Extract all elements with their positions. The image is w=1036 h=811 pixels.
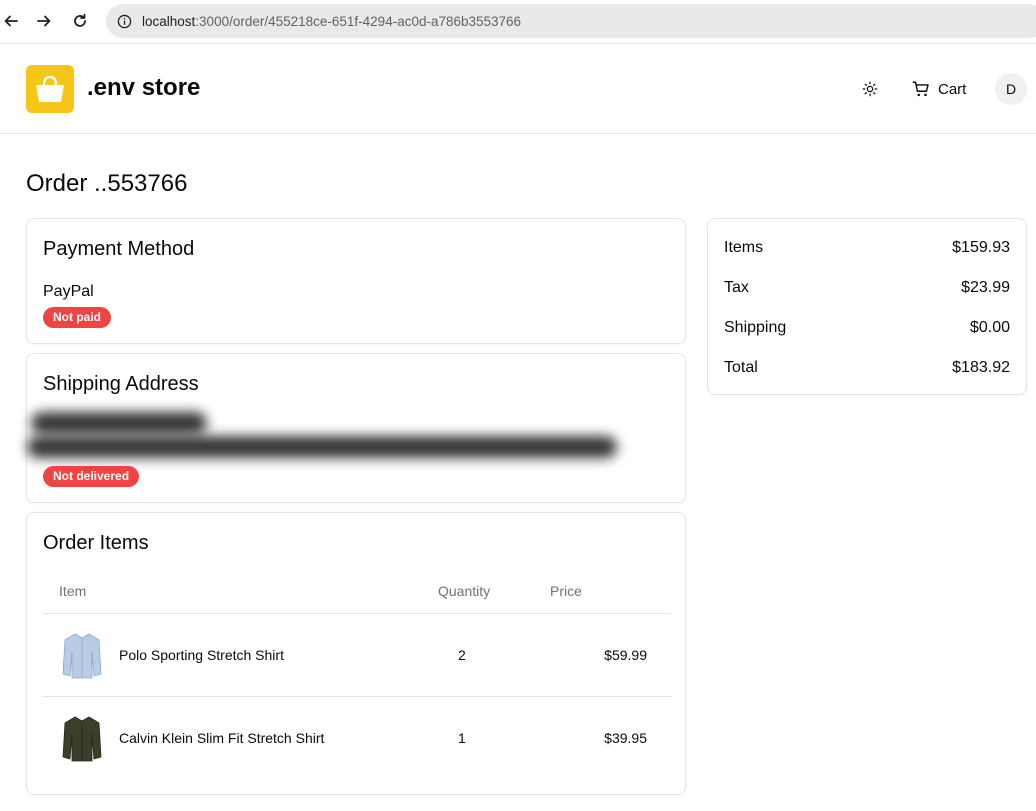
arrow-left-icon	[4, 15, 18, 27]
table-header-row: Item Quantity Price	[43, 569, 671, 614]
summary-total-value: $183.92	[952, 359, 1010, 376]
shopping-bag-icon	[36, 75, 64, 102]
url-host: localhost	[142, 13, 196, 29]
redacted-name	[31, 412, 207, 434]
summary-row-tax: Tax $23.99	[724, 279, 1010, 297]
page-title: Order ..553766	[26, 170, 188, 197]
payment-method-card: Payment Method PayPal Not paid	[26, 218, 686, 344]
store-logo[interactable]	[26, 65, 74, 113]
column-header-item: Item	[43, 569, 438, 614]
order-items-card: Order Items Item Quantity Price Polo Spo…	[26, 512, 686, 795]
product-image[interactable]	[59, 630, 105, 680]
item-cell: Polo Sporting Stretch Shirt	[43, 613, 438, 697]
shipping-address-card: Shipping Address Not delivered	[26, 353, 686, 503]
theme-toggle-button[interactable]	[858, 77, 882, 101]
summary-row-total: Total $183.92	[724, 359, 1010, 377]
sun-icon	[862, 81, 878, 97]
summary-items-label: Items	[724, 239, 764, 256]
shopping-cart-icon	[912, 81, 929, 97]
summary-items-value: $159.93	[952, 239, 1010, 256]
address-bar[interactable]: localhost:3000/order/455218ce-651f-4294-…	[106, 4, 1036, 38]
quantity-cell: 1	[458, 729, 466, 746]
summary-shipping-value: $0.00	[969, 319, 1010, 336]
payment-method-value: PayPal	[43, 283, 94, 300]
summary-total-label: Total	[724, 359, 758, 376]
column-header-price: Price	[550, 569, 671, 614]
site-info-icon[interactable]	[114, 11, 134, 31]
summary-row-shipping: Shipping $0.00	[724, 319, 1010, 337]
table-row[interactable]: Polo Sporting Stretch Shirt 2 $59.99	[43, 613, 671, 697]
forward-button[interactable]	[33, 10, 55, 32]
payment-method-title: Payment Method	[43, 238, 195, 260]
back-button[interactable]	[0, 10, 22, 32]
payment-status-badge: Not paid	[43, 307, 111, 328]
user-avatar[interactable]: D	[995, 73, 1027, 105]
store-name[interactable]: .env store	[87, 74, 200, 102]
delivery-status-badge: Not delivered	[43, 466, 140, 487]
summary-tax-value: $23.99	[961, 279, 1010, 296]
cart-button[interactable]: Cart	[912, 77, 966, 101]
order-items-title: Order Items	[43, 532, 149, 554]
table-row[interactable]: Calvin Klein Slim Fit Stretch Shirt 1 $3…	[43, 696, 671, 779]
arrow-right-icon	[37, 15, 51, 27]
url-text: localhost:3000/order/455218ce-651f-4294-…	[142, 14, 521, 29]
item-cell: Calvin Klein Slim Fit Stretch Shirt	[43, 696, 438, 779]
product-name[interactable]: Calvin Klein Slim Fit Stretch Shirt	[119, 730, 324, 746]
browser-toolbar: localhost:3000/order/455218ce-651f-4294-…	[0, 0, 1036, 44]
order-items-table: Item Quantity Price Polo Sporting Stretc…	[43, 569, 671, 779]
product-image[interactable]	[59, 713, 105, 763]
app-header: .env store Cart D	[0, 44, 1036, 134]
shipping-address-title: Shipping Address	[43, 373, 199, 395]
summary-row-items: Items $159.93	[724, 239, 1010, 257]
shirt-icon	[62, 716, 102, 762]
reload-icon	[74, 13, 86, 27]
column-header-quantity: Quantity	[438, 569, 550, 614]
product-name[interactable]: Polo Sporting Stretch Shirt	[119, 647, 284, 663]
price-cell: $59.99	[550, 613, 671, 697]
summary-shipping-label: Shipping	[724, 319, 787, 336]
order-summary-card: Items $159.93 Tax $23.99 Shipping $0.00 …	[707, 218, 1027, 395]
redacted-address	[27, 436, 617, 458]
price-cell: $39.95	[604, 729, 647, 746]
reload-button[interactable]	[69, 10, 91, 32]
quantity-cell: 2	[438, 613, 550, 697]
url-path: :3000/order/455218ce-651f-4294-ac0d-a786…	[195, 13, 522, 29]
summary-tax-label: Tax	[724, 279, 749, 296]
shirt-icon	[62, 633, 102, 678]
cart-label: Cart	[938, 80, 967, 98]
